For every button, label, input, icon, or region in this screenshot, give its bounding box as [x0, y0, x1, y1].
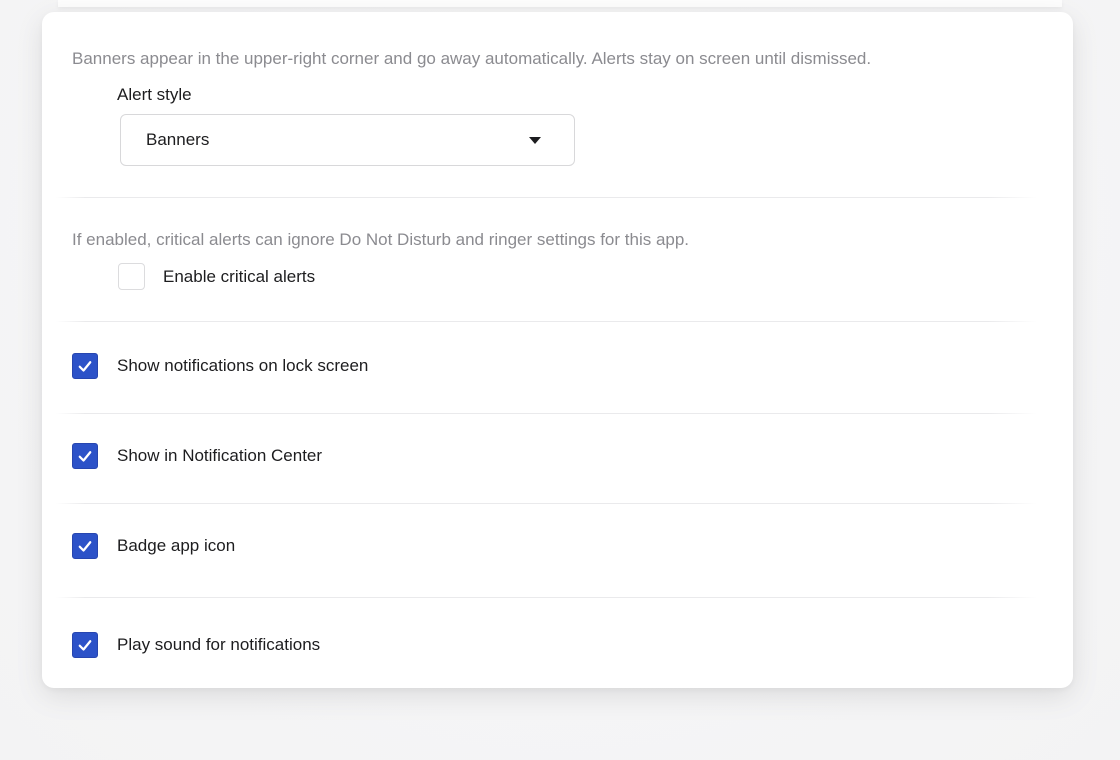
show-on-lock-screen-checkbox[interactable] — [72, 353, 98, 379]
section-divider — [56, 197, 1037, 198]
enable-critical-alerts-row: Enable critical alerts — [118, 263, 315, 290]
play-sound-label[interactable]: Play sound for notifications — [117, 635, 320, 655]
page-background: Banners appear in the upper-right corner… — [0, 0, 1120, 760]
notification-settings-card: Banners appear in the upper-right corner… — [42, 12, 1073, 688]
checkmark-icon — [76, 447, 94, 465]
alert-style-dropdown[interactable]: Banners — [120, 114, 575, 166]
checkmark-icon — [76, 357, 94, 375]
alert-style-description: Banners appear in the upper-right corner… — [72, 48, 871, 70]
show-on-lock-screen-row: Show notifications on lock screen — [72, 353, 368, 379]
checkmark-icon — [76, 636, 94, 654]
adjacent-card-edge — [58, 0, 1062, 7]
enable-critical-alerts-checkbox[interactable] — [118, 263, 145, 290]
row-divider — [56, 503, 1037, 504]
alert-style-label: Alert style — [117, 85, 192, 105]
enable-critical-alerts-label[interactable]: Enable critical alerts — [163, 267, 315, 287]
badge-app-icon-label[interactable]: Badge app icon — [117, 536, 235, 556]
play-sound-checkbox[interactable] — [72, 632, 98, 658]
section-divider — [56, 321, 1037, 322]
checkmark-icon — [76, 537, 94, 555]
critical-alerts-description: If enabled, critical alerts can ignore D… — [72, 229, 689, 251]
show-on-lock-screen-label[interactable]: Show notifications on lock screen — [117, 356, 368, 376]
row-divider — [56, 413, 1037, 414]
play-sound-row: Play sound for notifications — [72, 632, 320, 658]
badge-app-icon-checkbox[interactable] — [72, 533, 98, 559]
chevron-down-icon — [529, 137, 541, 144]
show-in-notification-center-row: Show in Notification Center — [72, 443, 322, 469]
show-in-notification-center-label[interactable]: Show in Notification Center — [117, 446, 322, 466]
badge-app-icon-row: Badge app icon — [72, 533, 235, 559]
alert-style-selected-value: Banners — [146, 130, 529, 150]
show-in-notification-center-checkbox[interactable] — [72, 443, 98, 469]
row-divider — [56, 597, 1037, 598]
